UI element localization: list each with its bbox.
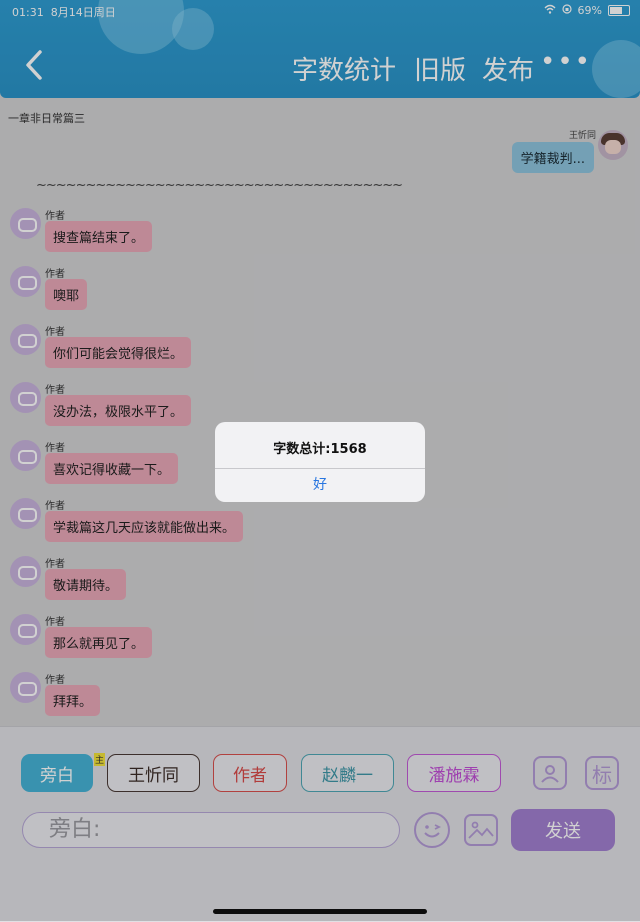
send-button[interactable]: 发送	[511, 809, 615, 851]
role-chip-author[interactable]: 作者	[213, 754, 287, 792]
role-chip-narrator[interactable]: 旁白	[21, 754, 93, 792]
emoji-icon[interactable]	[414, 812, 450, 848]
status-time: 01:31 8月14日周日	[12, 6, 116, 19]
message-bubble[interactable]: 你们可能会觉得很烂。	[45, 337, 192, 368]
message-bubble[interactable]: 噢耶	[45, 279, 88, 310]
message-bubble[interactable]: 搜查篇结束了。	[45, 221, 153, 252]
avatar[interactable]	[598, 130, 628, 160]
message-bubble[interactable]: 学裁篇这几天应该就能做出来。	[45, 511, 244, 542]
image-icon[interactable]	[464, 814, 498, 846]
sender-name: 作者	[45, 269, 65, 280]
message-input[interactable]: 旁白:	[22, 812, 400, 848]
message-bubble[interactable]: 敬请期待。	[45, 569, 127, 600]
publish-button[interactable]: 发布	[482, 50, 534, 87]
author-avatar-icon	[10, 556, 41, 587]
author-avatar-icon	[10, 382, 41, 413]
status-right: 69%	[544, 4, 630, 17]
person-card-icon[interactable]	[533, 756, 567, 790]
more-icon[interactable]: •••	[540, 47, 592, 77]
list-item[interactable]: 作者 搜查篇结束了。	[10, 208, 410, 264]
role-chip-zhao[interactable]: 赵麟一	[301, 754, 394, 792]
old-version-button[interactable]: 旧版	[414, 50, 466, 87]
back-icon[interactable]	[20, 48, 50, 82]
alert-title: 字数总计:1568	[273, 442, 367, 457]
sender-name: 作者	[45, 675, 65, 686]
decor-bubble	[592, 40, 640, 98]
author-avatar-icon	[10, 440, 41, 471]
message-bubble[interactable]: 那么就再见了。	[45, 627, 153, 658]
home-indicator[interactable]	[213, 909, 427, 914]
author-avatar-icon	[10, 324, 41, 355]
list-item[interactable]: 作者 敬请期待。	[10, 556, 410, 612]
app-header: 01:31 8月14日周日 69% 字数统计 旧版 发布 •••	[0, 0, 640, 98]
battery-percent: 69%	[577, 4, 602, 17]
chapter-title: 一章非日常篇三	[8, 112, 85, 125]
list-item[interactable]: 作者 你们可能会觉得很烂。	[10, 324, 410, 380]
ok-button[interactable]: 好	[215, 468, 425, 502]
sender-name: 作者	[45, 327, 65, 338]
sender-name: 作者	[45, 501, 65, 512]
list-item[interactable]: 作者 拜拜。	[10, 672, 410, 728]
list-item[interactable]: 作者 噢耶	[10, 266, 410, 322]
main-role-badge: 主	[94, 753, 106, 766]
list-item[interactable]: 作者 那么就再见了。	[10, 614, 410, 670]
separator-line: ~~~~~~~~~~~~~~~~~~~~~~~~~~~~~~~~~~~~~	[36, 178, 403, 193]
list-item[interactable]: 作者 学裁篇这几天应该就能做出来。	[10, 498, 410, 554]
role-chip-pan[interactable]: 潘施霖	[407, 754, 501, 792]
sender-name: 作者	[45, 559, 65, 570]
sender-name: 作者	[45, 617, 65, 628]
author-avatar-icon	[10, 266, 41, 297]
message-bubble[interactable]: 拜拜。	[45, 685, 101, 716]
role-chip-wang[interactable]: 王忻同	[107, 754, 200, 792]
message-bubble[interactable]: 没办法，极限水平了。	[45, 395, 192, 426]
status-bar: 01:31 8月14日周日 69%	[0, 0, 640, 22]
author-avatar-icon	[10, 208, 41, 239]
word-count-alert: 字数总计:1568 好	[215, 422, 425, 502]
my-sender-name: 王忻同	[568, 131, 596, 141]
wifi-icon	[544, 4, 556, 17]
message-bubble[interactable]: 喜欢记得收藏一下。	[45, 453, 179, 484]
mark-icon[interactable]: 标	[585, 756, 619, 790]
orientation-lock-icon	[561, 4, 572, 17]
author-avatar-icon	[10, 614, 41, 645]
word-count-button[interactable]: 字数统计	[292, 50, 396, 87]
author-avatar-icon	[10, 672, 41, 703]
my-message-bubble[interactable]: 学籍裁判...	[511, 142, 594, 173]
sender-name: 作者	[45, 385, 65, 396]
sender-name: 作者	[45, 211, 65, 222]
sender-name: 作者	[45, 443, 65, 454]
battery-icon	[608, 5, 630, 16]
author-avatar-icon	[10, 498, 41, 529]
